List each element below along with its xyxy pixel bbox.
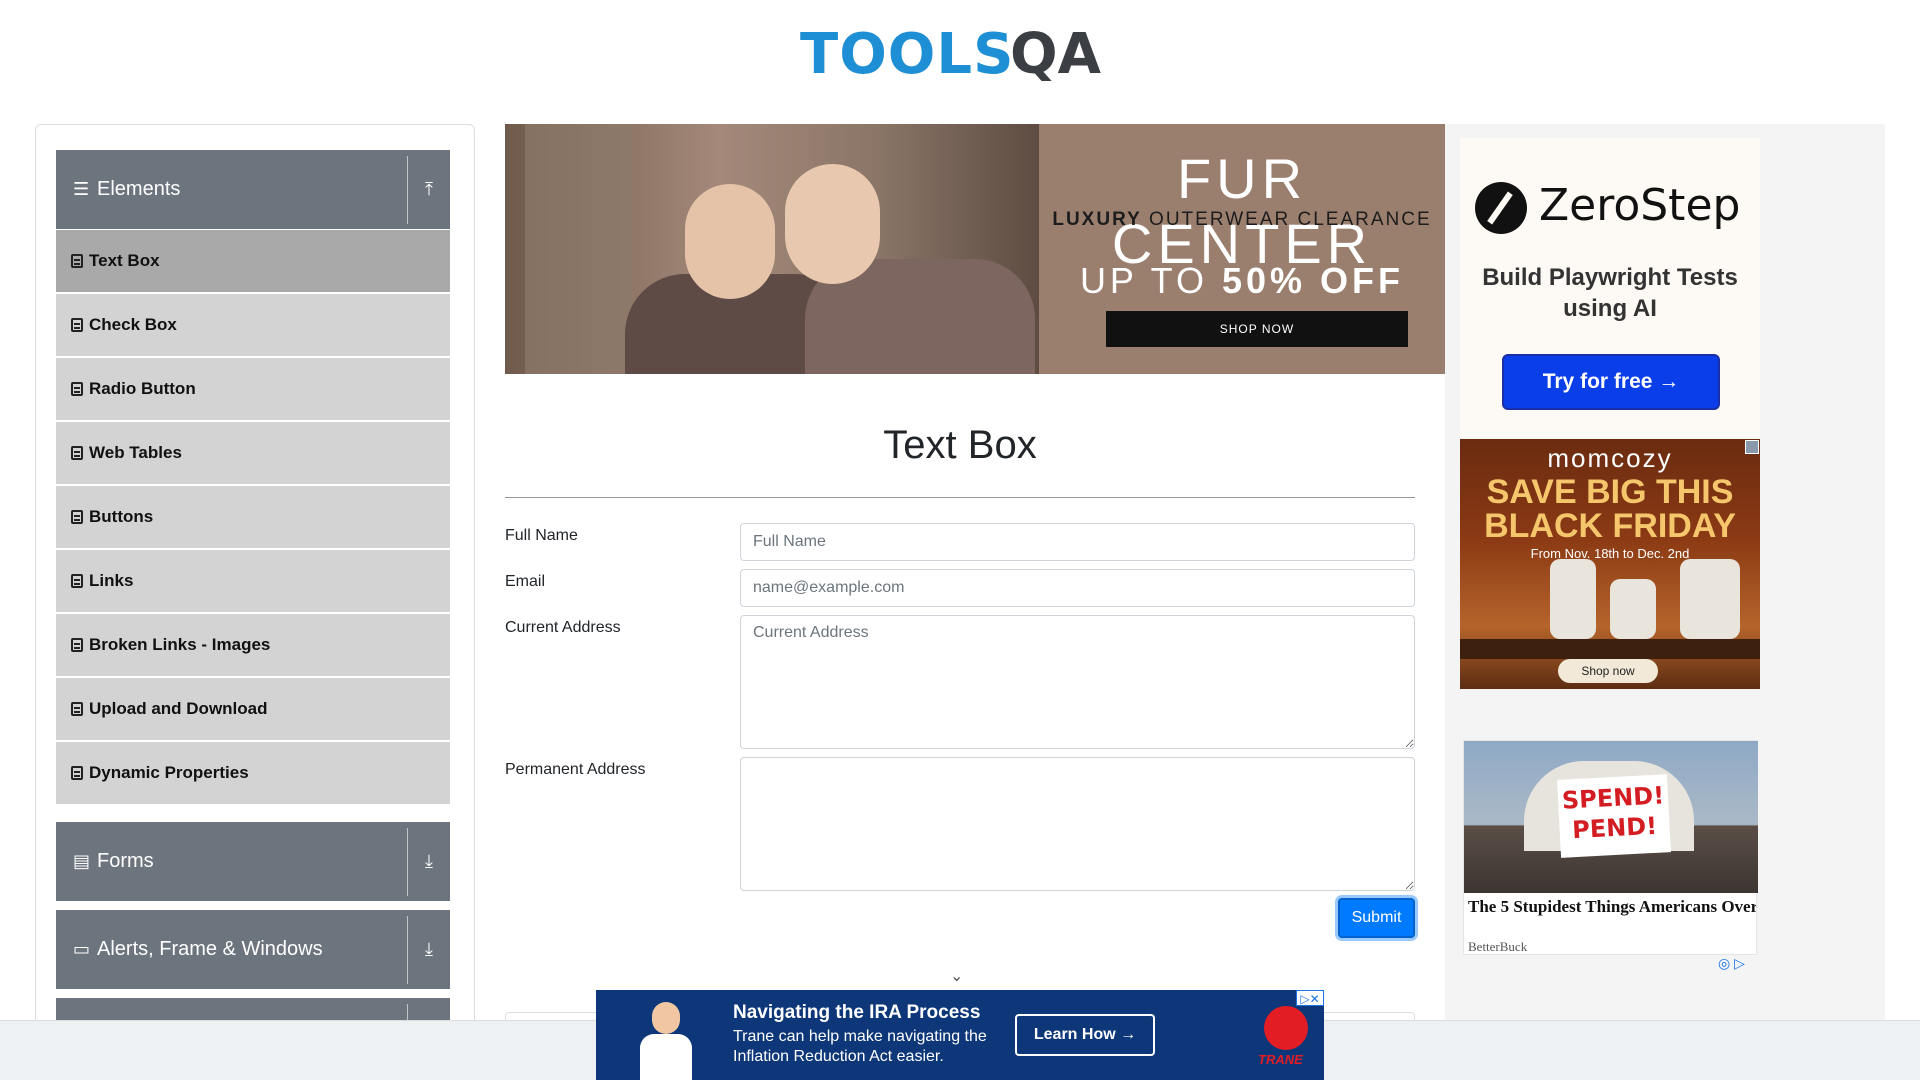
expand-down-icon[interactable]: ⤓ [408, 939, 450, 960]
permanent-address-label: Permanent Address [505, 761, 646, 778]
logo-text-tools: TOOLS [800, 22, 1015, 87]
banner-ad-offer: UP TO 50% OFF [1079, 260, 1405, 301]
menu-item-icon [71, 318, 83, 332]
zerostep-brand: ZeroStep [1539, 180, 1741, 231]
zerostep-tagline: Build Playwright Tests using AI [1482, 264, 1738, 322]
sidebar-item-label: Links [89, 571, 134, 590]
news-ad-source: BetterBuck [1468, 939, 1528, 954]
submit-button[interactable]: Submit [1338, 898, 1415, 938]
bottom-ad-trane[interactable]: Navigating the IRA Process Trane can hel… [596, 990, 1324, 1080]
expand-down-icon[interactable]: ⤓ [408, 851, 450, 872]
group-title: Alerts, Frame & Windows [97, 938, 323, 960]
product-image [1680, 559, 1740, 639]
hamburger-icon: ☰ [73, 179, 90, 199]
zerostep-logo-icon [1475, 182, 1527, 234]
momcozy-ad[interactable]: momcozy SAVE BIG THIS BLACK FRIDAY From … [1460, 439, 1760, 689]
sidebar-item-web-tables[interactable]: Web Tables [56, 422, 450, 484]
full-name-input[interactable] [740, 523, 1415, 561]
news-ad-image: SPEND! PEND! [1464, 741, 1758, 893]
sidebar-item-label: Upload and Download [89, 699, 268, 718]
sidebar-item-links[interactable]: Links [56, 550, 450, 612]
menu-item-icon [71, 510, 83, 524]
group-header-alerts[interactable]: ▭ Alerts, Frame & Windows ⤓ [56, 910, 450, 989]
momcozy-headline: SAVE BIG THIS BLACK FRIDAY [1484, 473, 1736, 545]
group-header-forms[interactable]: ▤ Forms ⤓ [56, 822, 450, 901]
sidebar-item-buttons[interactable]: Buttons [56, 486, 450, 548]
banner-ad-photo [505, 124, 1039, 374]
protest-sign-text: SPEND! PEND! [1557, 774, 1671, 858]
sidebar-item-label: Radio Button [89, 379, 196, 398]
divider [407, 827, 408, 896]
divider [407, 155, 408, 224]
sidebar-item-label: Web Tables [89, 443, 182, 462]
logo-text-qa: QA [1010, 22, 1101, 87]
momcozy-shop-button[interactable]: Shop now [1558, 659, 1658, 683]
site-header: TOOLS QA [0, 0, 1920, 110]
learn-how-button[interactable]: Learn How → [1015, 1014, 1155, 1056]
news-ad-card[interactable]: SPEND! PEND! The 5 Stupidest Things Amer… [1463, 740, 1758, 955]
group-title: Elements [97, 178, 181, 200]
menu-item-icon [71, 638, 83, 652]
sidebar-item-label: Buttons [89, 507, 154, 526]
bottom-ad-subtitle: Trane can help make navigating the Infla… [733, 1028, 987, 1065]
sidebar-item-check-box[interactable]: Check Box [56, 294, 450, 356]
sidebar-item-label: Broken Links - Images [89, 635, 271, 654]
divider [407, 915, 408, 984]
sidebar-item-upload-download[interactable]: Upload and Download [56, 678, 450, 740]
title-divider [505, 497, 1415, 498]
chevron-down-icon[interactable]: ⌄ [950, 966, 963, 986]
left-panel: ☰ Elements ⤒ Text Box Check Box Radio Bu… [35, 124, 475, 1080]
close-ad-icon[interactable]: ▷✕ [1296, 990, 1324, 1006]
email-label: Email [505, 573, 546, 590]
banner-ad-fur-center[interactable]: FUR CENTER LUXURY OUTERWEAR CLEARANCE UP… [505, 124, 1445, 374]
bottom-ad-title: Navigating the IRA Process [733, 1002, 981, 1023]
adchoices-icon[interactable] [1745, 440, 1759, 454]
zerostep-logo: ZeroStep [1475, 176, 1745, 236]
product-image [1610, 579, 1656, 639]
sidebar-item-text-box[interactable]: Text Box [56, 230, 450, 292]
momcozy-brand: momcozy [1547, 443, 1673, 473]
sidebar-item-radio-button[interactable]: Radio Button [56, 358, 450, 420]
menu-item-icon [71, 382, 83, 396]
menu-item-icon [71, 702, 83, 716]
product-image [1550, 559, 1596, 639]
banner-ad-shop-now-button[interactable]: SHOP NOW [1106, 311, 1408, 347]
shelf [1460, 639, 1760, 659]
current-address-label: Current Address [505, 619, 621, 636]
menu-item-icon [71, 254, 83, 268]
ad-person-illustration [630, 1002, 700, 1080]
permanent-address-textarea[interactable] [740, 757, 1415, 891]
sidebar-item-broken-links[interactable]: Broken Links - Images [56, 614, 450, 676]
current-address-textarea[interactable] [740, 615, 1415, 749]
group-header-elements[interactable]: ☰ Elements ⤒ [56, 150, 450, 229]
zerostep-ad[interactable]: ZeroStep Build Playwright Tests using AI… [1460, 138, 1760, 438]
menu-item-icon [71, 574, 83, 588]
menu-item-icon [71, 766, 83, 780]
page-title: Text Box [883, 423, 1037, 467]
sidebar-item-dynamic-properties[interactable]: Dynamic Properties [56, 742, 450, 804]
trane-logo-icon [1264, 1006, 1308, 1050]
group-title: Forms [97, 850, 154, 872]
document-icon: ▤ [73, 851, 91, 871]
menu-item-icon [71, 446, 83, 460]
sidebar-item-label: Check Box [89, 315, 177, 334]
email-input[interactable] [740, 569, 1415, 607]
window-icon: ▭ [73, 939, 91, 959]
sidebar-item-label: Text Box [89, 251, 160, 270]
banner-ad-copy: FUR CENTER LUXURY OUTERWEAR CLEARANCE UP… [1039, 124, 1445, 374]
zerostep-try-button[interactable]: Try for free → [1502, 354, 1720, 410]
banner-ad-subtitle: LUXURY OUTERWEAR CLEARANCE [1052, 209, 1432, 230]
full-name-label: Full Name [505, 527, 578, 544]
trane-logo-text: TRANE [1258, 1052, 1303, 1067]
sidebar-item-label: Dynamic Properties [89, 763, 249, 782]
toolsqa-logo[interactable]: TOOLS QA [800, 14, 1130, 94]
collapse-up-icon[interactable]: ⤒ [408, 179, 450, 200]
adchoices-icon[interactable]: ◎ ▷ [1718, 955, 1745, 972]
news-ad-title: The 5 Stupidest Things Americans Overspe… [1468, 897, 1756, 916]
